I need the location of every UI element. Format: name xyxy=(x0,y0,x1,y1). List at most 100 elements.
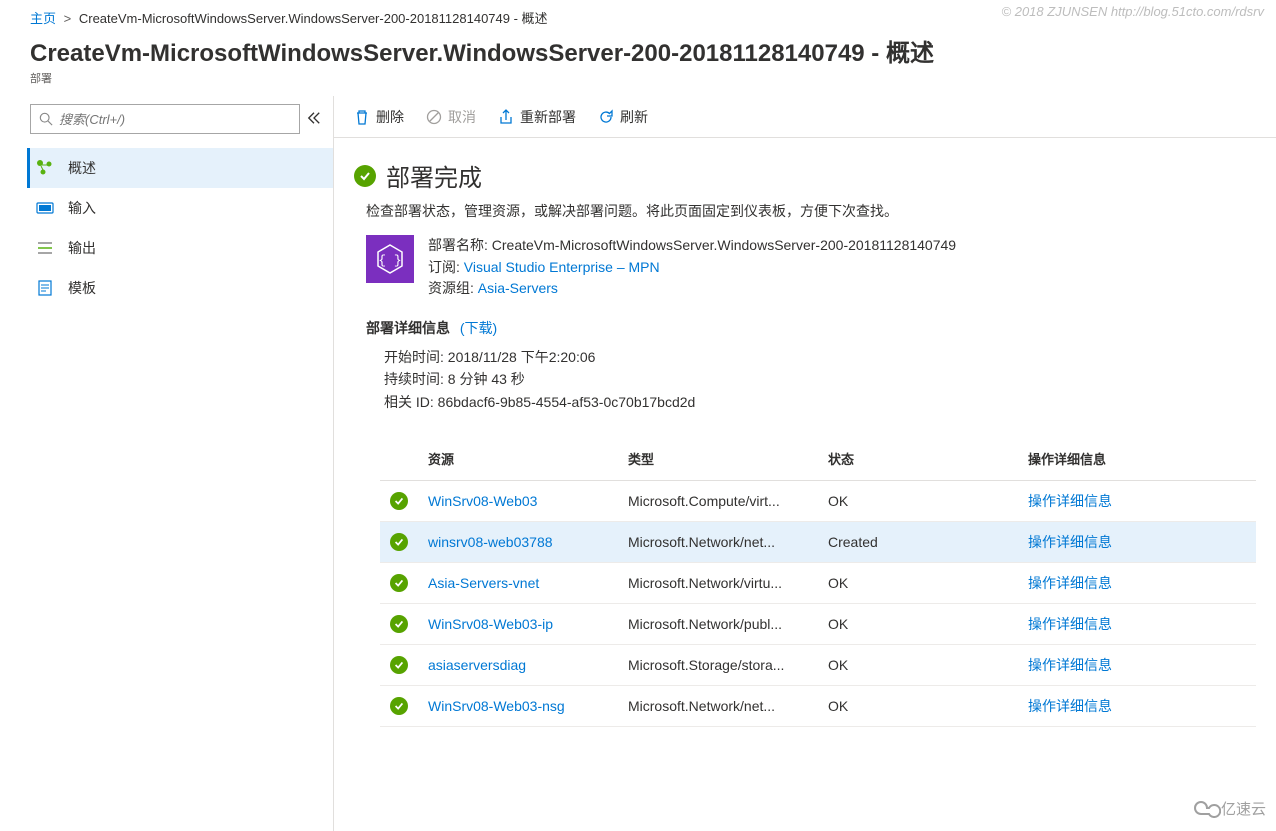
resource-state: Created xyxy=(818,522,1018,563)
col-state: 状态 xyxy=(818,437,1018,481)
resource-type: Microsoft.Network/net... xyxy=(618,686,818,727)
status-description: 检查部署状态，管理资源，或解决部署问题。将此页面固定到仪表板，方便下次查找。 xyxy=(334,201,1276,235)
breadcrumb-separator: > xyxy=(64,11,72,26)
table-row[interactable]: WinSrv08-Web03-ip Microsoft.Network/publ.… xyxy=(380,604,1256,645)
operation-details-link[interactable]: 操作详细信息 xyxy=(1028,534,1112,550)
resource-state: OK xyxy=(818,686,1018,727)
start-time-label: 开始时间: xyxy=(384,349,444,365)
search-icon xyxy=(39,112,53,126)
redeploy-icon xyxy=(498,109,514,125)
success-icon xyxy=(390,492,408,510)
breadcrumb-home[interactable]: 主页 xyxy=(30,11,56,26)
template-icon xyxy=(36,279,54,297)
page-title: CreateVm-MicrosoftWindowsServer.WindowsS… xyxy=(30,33,1246,68)
page-subtitle: 部署 xyxy=(30,70,1246,86)
redeploy-label: 重新部署 xyxy=(520,107,576,127)
table-row[interactable]: WinSrv08-Web03 Microsoft.Compute/virt...O… xyxy=(380,481,1256,522)
delete-button[interactable]: 删除 xyxy=(354,107,404,127)
trash-icon xyxy=(354,109,370,125)
sidebar-item-output[interactable]: 输出 xyxy=(30,228,333,268)
success-icon xyxy=(390,656,408,674)
refresh-button[interactable]: 刷新 xyxy=(598,107,648,127)
redeploy-button[interactable]: 重新部署 xyxy=(498,107,576,127)
page-header: CreateVm-MicrosoftWindowsServer.WindowsS… xyxy=(0,33,1276,96)
resource-state: OK xyxy=(818,645,1018,686)
success-icon xyxy=(354,165,376,187)
correlation-id-value: 86bdacf6-9b85-4554-af53-0c70b17bcd2d xyxy=(438,394,696,410)
sidebar-item-label: 输出 xyxy=(68,238,96,258)
col-details: 操作详细信息 xyxy=(1018,437,1256,481)
resourcegroup-label: 资源组: xyxy=(428,280,474,296)
success-icon xyxy=(390,533,408,551)
sidebar-item-label: 模板 xyxy=(68,278,96,298)
resources-table: 资源 类型 状态 操作详细信息 WinSrv08-Web03 Microsoft.… xyxy=(380,437,1256,727)
toolbar: 删除 取消 重新部署 刷新 xyxy=(334,96,1276,138)
main-content: 删除 取消 重新部署 刷新 部署完成 检查部署状态，管理资源，或解决部署问题。将… xyxy=(334,96,1276,831)
operation-details-link[interactable]: 操作详细信息 xyxy=(1028,575,1112,591)
table-row[interactable]: winsrv08-web03788 Microsoft.Network/net..… xyxy=(380,522,1256,563)
refresh-icon xyxy=(598,109,614,125)
success-icon xyxy=(390,697,408,715)
resource-state: OK xyxy=(818,604,1018,645)
resource-link[interactable]: WinSrv08-Web03 xyxy=(428,493,537,509)
resourcegroup-link[interactable]: Asia-Servers xyxy=(478,280,558,296)
start-time-value: 2018/11/28 下午2:20:06 xyxy=(448,349,596,365)
col-resource: 资源 xyxy=(418,437,618,481)
watermark-text: © 2018 ZJUNSEN http://blog.51cto.com/rds… xyxy=(1002,4,1264,19)
operation-details-link[interactable]: 操作详细信息 xyxy=(1028,616,1112,632)
resource-link[interactable]: asiaserversdiag xyxy=(428,657,526,673)
delete-label: 删除 xyxy=(376,107,404,127)
deployment-info-block: { } 部署名称: CreateVm-MicrosoftWindowsServe… xyxy=(334,235,1276,318)
success-icon xyxy=(390,574,408,592)
svg-text:{ }: { } xyxy=(378,253,401,268)
resource-state: OK xyxy=(818,563,1018,604)
overview-icon xyxy=(36,159,54,177)
collapse-sidebar-button[interactable] xyxy=(307,111,321,128)
resource-link[interactable]: winsrv08-web03788 xyxy=(428,534,553,550)
download-link[interactable]: (下载) xyxy=(460,320,497,336)
sidebar-item-label: 输入 xyxy=(68,198,96,218)
sidebar-item-input[interactable]: 输入 xyxy=(30,188,333,228)
resource-state: OK xyxy=(818,481,1018,522)
breadcrumb-current: CreateVm-MicrosoftWindowsServer.WindowsS… xyxy=(79,11,548,26)
status-title: 部署完成 xyxy=(386,158,482,193)
sidebar-item-overview[interactable]: 概述 xyxy=(27,148,333,188)
resource-link[interactable]: WinSrv08-Web03-nsg xyxy=(428,698,565,714)
sidebar: 概述 输入 输出 模板 xyxy=(0,96,334,831)
search-box[interactable] xyxy=(30,104,300,134)
chevron-double-left-icon xyxy=(307,111,321,125)
resource-link[interactable]: WinSrv08-Web03-ip xyxy=(428,616,553,632)
status-header: 部署完成 xyxy=(334,138,1276,201)
output-icon xyxy=(36,239,54,257)
resource-type: Microsoft.Storage/stora... xyxy=(618,645,818,686)
resource-type: Microsoft.Network/virtu... xyxy=(618,563,818,604)
deployment-icon: { } xyxy=(366,235,414,283)
table-row[interactable]: WinSrv08-Web03-nsg Microsoft.Network/net.… xyxy=(380,686,1256,727)
subscription-link[interactable]: Visual Studio Enterprise – MPN xyxy=(464,259,660,275)
deploy-name-label: 部署名称: xyxy=(428,237,488,253)
correlation-id-label: 相关 ID: xyxy=(384,394,434,410)
cancel-label: 取消 xyxy=(448,107,476,127)
search-input[interactable] xyxy=(59,112,291,127)
sidebar-item-label: 概述 xyxy=(68,158,96,178)
resource-type: Microsoft.Network/net... xyxy=(618,522,818,563)
duration-label: 持续时间: xyxy=(384,371,444,387)
cancel-icon xyxy=(426,109,442,125)
sidebar-item-template[interactable]: 模板 xyxy=(30,268,333,308)
details-section-title: 部署详细信息 (下载) xyxy=(334,318,1276,346)
success-icon xyxy=(390,615,408,633)
table-row[interactable]: asiaserversdiag Microsoft.Storage/stora..… xyxy=(380,645,1256,686)
subscription-label: 订阅: xyxy=(428,259,460,275)
resource-type: Microsoft.Compute/virt... xyxy=(618,481,818,522)
operation-details-link[interactable]: 操作详细信息 xyxy=(1028,698,1112,714)
table-row[interactable]: Asia-Servers-vnet Microsoft.Network/virtu… xyxy=(380,563,1256,604)
logo-overlay: 亿速云 xyxy=(1193,798,1266,819)
refresh-label: 刷新 xyxy=(620,107,648,127)
cancel-button: 取消 xyxy=(426,107,476,127)
resource-type: Microsoft.Network/publ... xyxy=(618,604,818,645)
resource-link[interactable]: Asia-Servers-vnet xyxy=(428,575,539,591)
input-icon xyxy=(36,199,54,217)
col-type: 类型 xyxy=(618,437,818,481)
operation-details-link[interactable]: 操作详细信息 xyxy=(1028,657,1112,673)
operation-details-link[interactable]: 操作详细信息 xyxy=(1028,493,1112,509)
